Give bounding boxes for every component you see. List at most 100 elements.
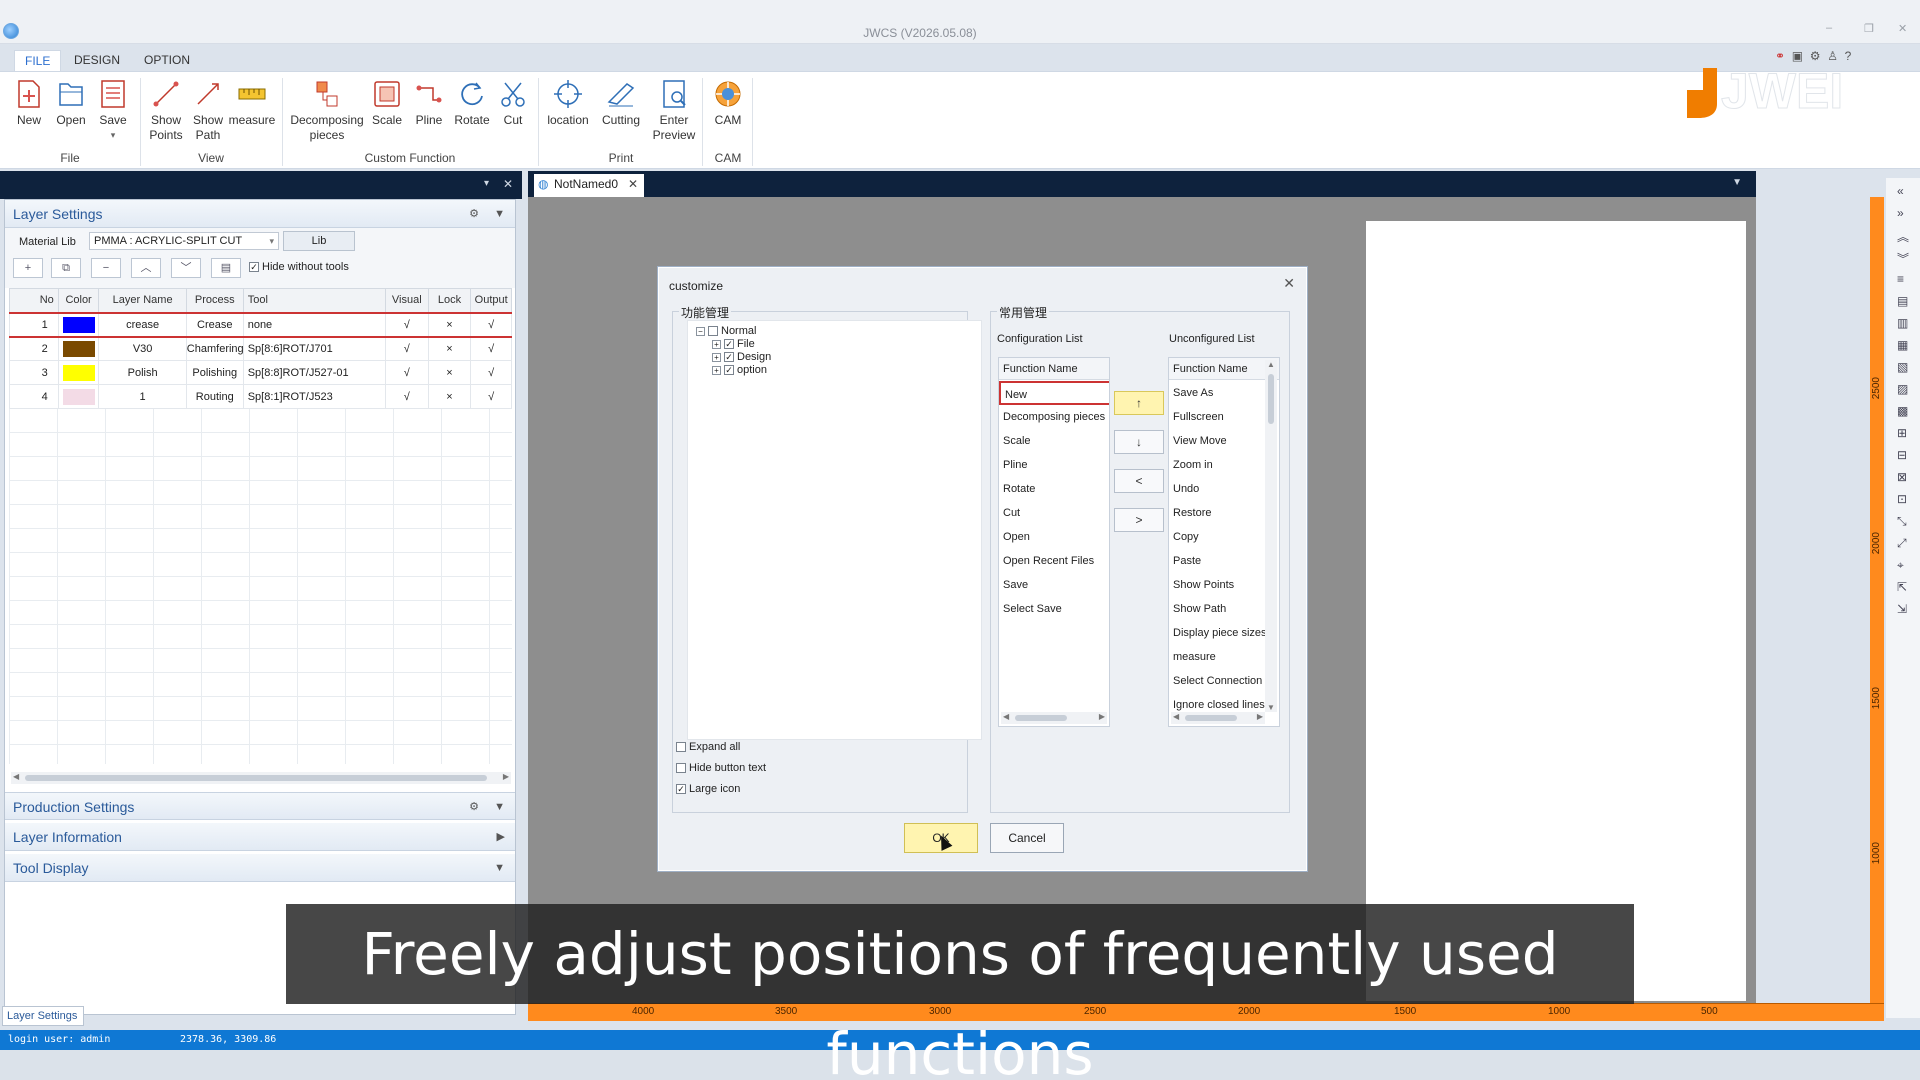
move-layer-up-button[interactable]: ︿ <box>131 258 161 278</box>
copy-layer-button[interactable]: ⧉ <box>51 258 81 278</box>
list-item[interactable]: Cut <box>999 501 1109 525</box>
layer-properties-button[interactable]: ▤ <box>211 258 241 278</box>
cell-layer-name[interactable]: V30 <box>98 336 187 361</box>
production-settings-header[interactable]: Production Settings ⚙ ▼ <box>5 792 515 820</box>
scroll-right-icon[interactable]: ▶ <box>503 772 509 781</box>
list-item[interactable]: New <box>999 381 1109 405</box>
cell-output[interactable]: √ <box>470 360 512 385</box>
material-select[interactable]: PMMA : ACRYLIC-SPLIT CUT ▾ <box>89 232 279 250</box>
tab-close-icon[interactable]: ✕ <box>628 174 638 195</box>
list-item[interactable]: Pline <box>999 453 1109 477</box>
show-path-button[interactable]: Show Path <box>188 78 228 143</box>
scroll-right-icon[interactable]: ▶ <box>1099 712 1105 721</box>
side-tool-icon[interactable]: ▤ <box>1897 294 1908 308</box>
cell-tool[interactable]: Sp[8:1]ROT/J523 <box>242 384 386 409</box>
dialog-close-icon[interactable]: ✕ <box>1283 275 1295 292</box>
tree-expander-icon[interactable]: − <box>696 326 705 336</box>
cell-output[interactable]: √ <box>470 384 512 409</box>
configuration-list[interactable]: Function Name New Decomposing pieces Scale P… <box>998 357 1110 727</box>
tab-design[interactable]: DESIGN <box>64 50 130 72</box>
tab-file[interactable]: FILE <box>14 50 62 72</box>
cell-lock[interactable]: × <box>427 311 472 338</box>
list-item[interactable]: Display piece sizes <box>1169 621 1267 645</box>
move-up-button[interactable]: ↑ <box>1114 391 1164 415</box>
tree-expander-icon[interactable]: + <box>712 339 721 349</box>
tree-expander-icon[interactable]: + <box>712 365 721 375</box>
panel-gear-icon[interactable]: ⚙ <box>469 200 479 228</box>
cell-visual[interactable]: √ <box>384 384 429 409</box>
list-hscroll[interactable]: ◀ ▶ <box>1171 712 1265 724</box>
bottom-tab-layer-settings[interactable]: Layer Settings <box>2 1006 84 1026</box>
cell-process[interactable]: Polishing <box>185 360 244 385</box>
side-tool-icon[interactable]: ⊡ <box>1897 492 1907 506</box>
list-item[interactable]: Open Recent Files <box>999 549 1109 573</box>
side-tool-icon[interactable]: ▦ <box>1897 338 1908 352</box>
tool-display-header[interactable]: Tool Display ▼ <box>5 854 515 882</box>
col-no[interactable]: No <box>9 288 59 313</box>
list-item[interactable]: measure <box>1169 645 1267 669</box>
cell-lock[interactable]: × <box>427 384 472 409</box>
side-tool-icon[interactable]: ⤡ <box>1897 514 1907 529</box>
show-points-button[interactable]: Show Points <box>146 78 186 143</box>
list-item[interactable]: Zoom in <box>1169 453 1267 477</box>
lib-button[interactable]: Lib <box>283 231 355 251</box>
unconfigured-list[interactable]: Function Name Save As Fullscreen View Move Z… <box>1168 357 1280 727</box>
location-button[interactable]: location <box>544 78 592 128</box>
tree-checkbox[interactable] <box>708 326 718 337</box>
list-item[interactable]: Select Save <box>999 597 1109 621</box>
side-tool-icon[interactable]: ▨ <box>1897 382 1908 396</box>
scrollbar-thumb[interactable] <box>1185 715 1237 721</box>
side-tool-icon[interactable]: ▥ <box>1897 316 1908 330</box>
layer-information-header[interactable]: Layer Information ▶ <box>5 823 515 851</box>
scroll-up-icon[interactable]: ▲ <box>1267 360 1275 369</box>
side-tool-icon[interactable]: ⊞ <box>1897 426 1907 440</box>
side-tool-icon[interactable]: ︽ <box>1897 228 1909 245</box>
panel-gear-icon[interactable]: ⚙ <box>469 793 479 821</box>
list-item[interactable]: Paste <box>1169 549 1267 573</box>
tree-checkbox[interactable]: ✓ <box>724 365 734 376</box>
layer-settings-header[interactable]: Layer Settings ⚙ ▼ <box>5 200 515 228</box>
list-item[interactable]: Show Points <box>1169 573 1267 597</box>
cell-output[interactable]: √ <box>470 311 512 338</box>
list-item[interactable]: Copy <box>1169 525 1267 549</box>
side-tool-icon[interactable]: ︾ <box>1897 250 1909 267</box>
side-tool-icon[interactable]: ⊟ <box>1897 448 1907 462</box>
list-item[interactable]: Undo <box>1169 477 1267 501</box>
option-checkbox-1[interactable]: Hide button text <box>676 762 766 774</box>
scrollbar-thumb[interactable] <box>1268 374 1274 424</box>
dock-close-icon[interactable]: ✕ <box>503 177 513 191</box>
panel-collapse-icon[interactable]: ▼ <box>494 854 505 882</box>
scrollbar-thumb[interactable] <box>25 775 487 781</box>
dock-dropdown-icon[interactable]: ▾ <box>484 178 489 189</box>
cell-lock[interactable]: × <box>427 336 472 361</box>
col-tool[interactable]: Tool <box>242 288 386 313</box>
tree-node-design[interactable]: + ✓ Design <box>712 351 771 363</box>
enter-preview-button[interactable]: Enter Preview <box>650 78 698 143</box>
restore-icon[interactable]: ❐ <box>1864 22 1874 35</box>
save-dropdown-icon[interactable]: ▾ <box>94 128 132 143</box>
col-visual[interactable]: Visual <box>384 288 429 313</box>
tree-node-normal[interactable]: − Normal <box>696 325 756 337</box>
scale-button[interactable]: Scale <box>368 78 406 128</box>
list-item[interactable]: View Move <box>1169 429 1267 453</box>
tree-node-file[interactable]: + ✓ File <box>712 338 755 350</box>
list-item[interactable]: Restore <box>1169 501 1267 525</box>
move-right-button[interactable]: > <box>1114 508 1164 532</box>
close-icon[interactable]: ✕ <box>1898 22 1907 35</box>
cell-process[interactable]: Routing <box>185 384 244 409</box>
scroll-left-icon[interactable]: ◀ <box>13 772 19 781</box>
panel-collapse-icon[interactable]: ▼ <box>494 793 505 821</box>
minimize-icon[interactable]: – <box>1826 22 1832 34</box>
scroll-left-icon[interactable]: ◀ <box>1003 712 1009 721</box>
list-item[interactable]: Fullscreen <box>1169 405 1267 429</box>
col-output[interactable]: Output <box>470 288 512 313</box>
move-left-button[interactable]: < <box>1114 469 1164 493</box>
side-tool-icon[interactable]: ⊠ <box>1897 470 1907 484</box>
side-tool-icon[interactable]: « <box>1897 184 1904 198</box>
list-item[interactable]: Open <box>999 525 1109 549</box>
panel-collapse-icon[interactable]: ▼ <box>494 200 505 228</box>
cell-process[interactable]: Crease <box>185 311 244 338</box>
cut-button[interactable]: Cut <box>494 78 532 128</box>
cell-layer-name[interactable]: crease <box>98 311 187 338</box>
scroll-right-icon[interactable]: ▶ <box>1257 712 1263 721</box>
